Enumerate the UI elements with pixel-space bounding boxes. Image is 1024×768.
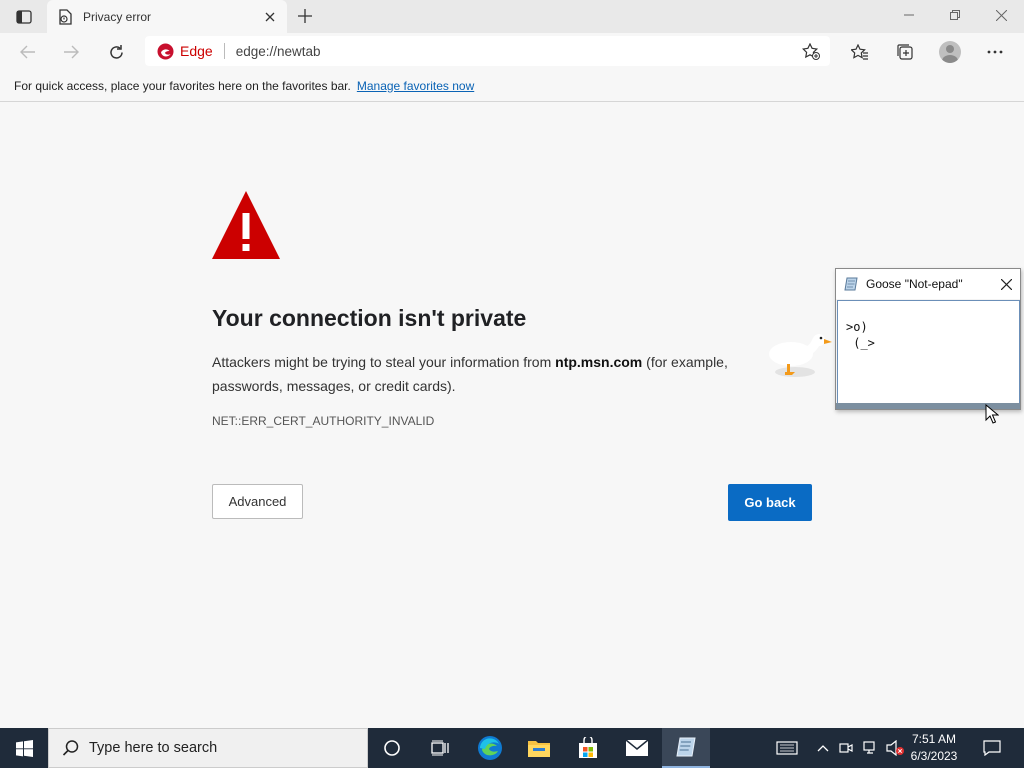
favorites-bar-hint: For quick access, place your favorites h… [14, 78, 351, 93]
store-icon[interactable] [564, 728, 612, 768]
forward-button[interactable] [56, 37, 86, 67]
mail-icon[interactable] [613, 728, 661, 768]
clock-time: 7:51 AM [911, 732, 957, 746]
tab-strip: Privacy error [0, 0, 1024, 33]
back-button[interactable] [13, 37, 43, 67]
notepad-title: Goose "Not-epad" [866, 277, 963, 291]
more-menu-icon[interactable] [980, 37, 1010, 67]
avatar [939, 41, 961, 63]
volume-muted-icon[interactable] [884, 728, 906, 768]
taskbar-clock[interactable]: 7:51 AM 6/3/2023 [904, 731, 964, 765]
minimize-button[interactable] [886, 0, 932, 30]
show-hidden-icons-chevron-up-icon[interactable] [813, 728, 833, 768]
error-page: Your connection isn't private Attackers … [0, 103, 1024, 728]
collections-icon[interactable] [890, 37, 920, 67]
meet-now-icon[interactable] [836, 728, 856, 768]
go-back-button[interactable]: Go back [728, 484, 812, 521]
mouse-cursor-icon [985, 404, 999, 424]
manage-favorites-link[interactable]: Manage favorites now [357, 79, 474, 93]
tab-close-icon[interactable] [262, 9, 278, 25]
notification-icon[interactable] [978, 728, 1006, 768]
taskbar-search-box[interactable]: Type here to search [48, 728, 368, 768]
error-host: ntp.msn.com [555, 354, 643, 370]
error-code: NET::ERR_CERT_AUTHORITY_INVALID [212, 414, 435, 428]
file-explorer-icon[interactable] [515, 728, 563, 768]
address-bar[interactable]: Edge edge://newtab [145, 36, 830, 66]
profile-avatar[interactable] [935, 37, 965, 67]
notepad-line-1: >o) [846, 320, 868, 334]
cortana-icon[interactable] [368, 728, 416, 768]
task-view-icon[interactable] [416, 728, 464, 768]
tab-actions-icon[interactable] [8, 6, 40, 28]
goose-notepad-window[interactable]: Goose "Not-epad" >o) (_> [835, 268, 1021, 410]
edge-badge: Edge [157, 43, 213, 60]
clock-date: 6/3/2023 [910, 749, 958, 763]
refresh-button[interactable] [101, 37, 131, 67]
favorites-bar: For quick access, place your favorites h… [0, 70, 1024, 102]
description-prefix: Attackers might be trying to steal your … [212, 354, 556, 370]
tab-title: Privacy error [83, 9, 152, 24]
notepad-icon [844, 277, 860, 291]
notepad-taskbar-icon[interactable] [662, 728, 710, 768]
search-icon [61, 738, 81, 758]
windows-logo-icon [15, 739, 33, 757]
url-text[interactable]: edge://newtab [236, 44, 796, 59]
network-icon[interactable] [860, 728, 882, 768]
new-tab-button[interactable] [293, 5, 317, 27]
notepad-line-2: (_> [846, 336, 875, 350]
close-window-button[interactable] [978, 0, 1024, 30]
warning-triangle-icon [212, 191, 280, 259]
taskbar: Type here to search 7:51 AM 6/3/2023 [0, 728, 1024, 768]
notepad-close-icon[interactable] [992, 270, 1020, 298]
start-button[interactable] [0, 728, 48, 768]
error-description: Attackers might be trying to steal your … [212, 350, 802, 398]
address-separator [223, 43, 225, 59]
address-toolbar: Edge edge://newtab [0, 33, 1024, 70]
notepad-text-area[interactable]: >o) (_> [837, 300, 1020, 404]
add-favorite-icon[interactable] [796, 37, 826, 65]
advanced-button[interactable]: Advanced [212, 484, 303, 519]
goose-icon[interactable] [765, 332, 837, 380]
browser-tab[interactable]: Privacy error [47, 0, 287, 33]
favorites-icon[interactable] [845, 37, 875, 67]
restore-button[interactable] [932, 0, 978, 30]
edge-badge-label: Edge [180, 43, 213, 59]
edge-logo-icon [157, 43, 174, 59]
notepad-titlebar[interactable]: Goose "Not-epad" [836, 269, 1020, 299]
edge-icon[interactable] [466, 728, 514, 768]
privacy-error-favicon-icon [57, 8, 73, 25]
action-center-keyboard-icon[interactable] [772, 728, 802, 768]
search-placeholder: Type here to search [89, 740, 218, 756]
page-title: Your connection isn't private [212, 305, 527, 331]
